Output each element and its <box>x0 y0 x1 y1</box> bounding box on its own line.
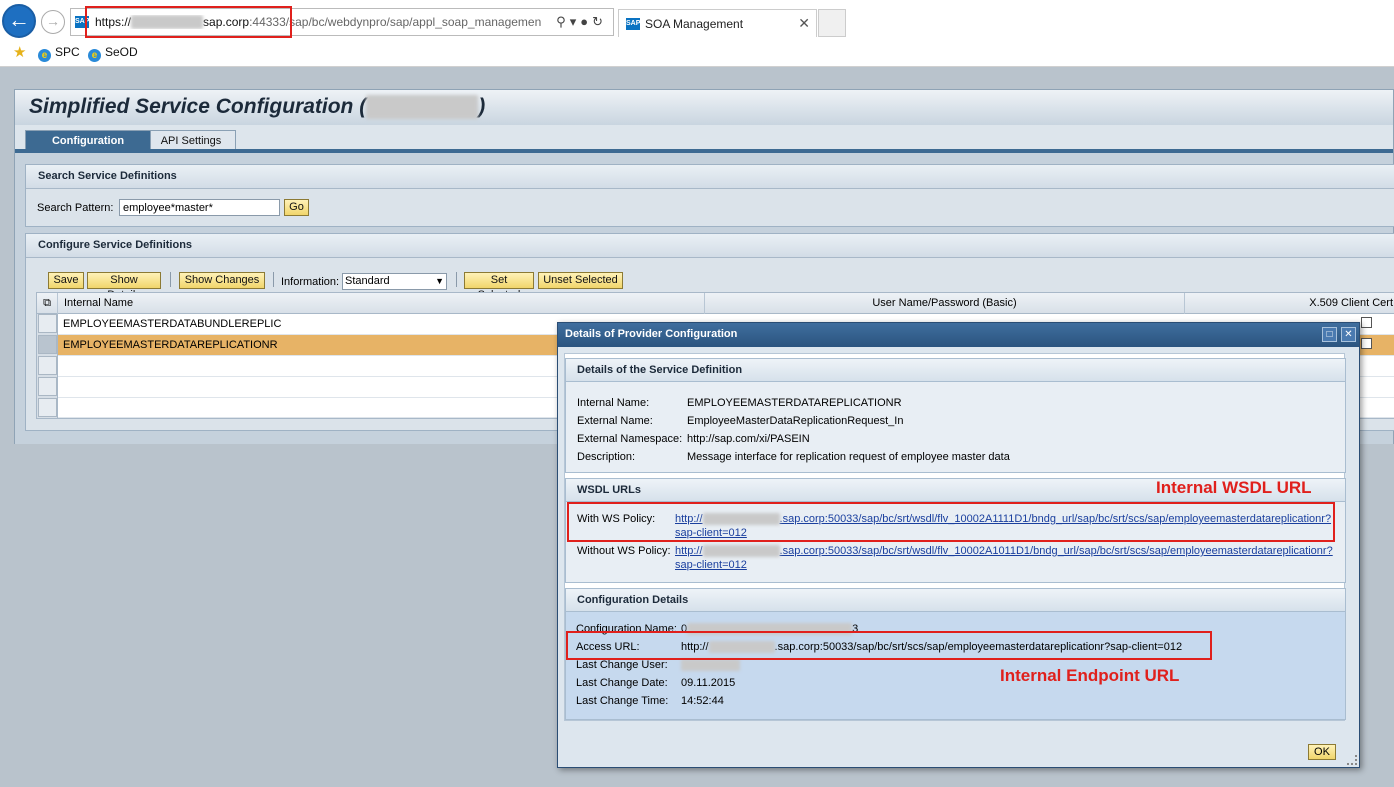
row-selector[interactable] <box>38 356 57 375</box>
close-icon[interactable]: ✕ <box>798 15 810 32</box>
row-selector[interactable] <box>38 314 57 333</box>
external-name-value: EmployeeMasterDataReplicationRequest_In <box>687 415 904 427</box>
service-definition-section: Details of the Service Definition Intern… <box>565 358 1346 473</box>
tab-title: SOA Management <box>645 17 744 31</box>
external-name-label: External Name: <box>577 415 653 427</box>
search-pattern-input[interactable] <box>119 199 280 216</box>
ie-page-icon: e <box>88 49 101 62</box>
row-selector-column <box>37 314 58 418</box>
select-all-icon[interactable]: ⧉ <box>37 293 58 314</box>
col-internal-name[interactable]: Internal Name <box>58 293 705 314</box>
url-highlight-box <box>85 6 292 38</box>
x509-checkbox[interactable] <box>1361 338 1372 349</box>
address-bar-icons: ⚲▾●↻ <box>556 14 607 30</box>
ok-button[interactable]: OK <box>1308 744 1336 760</box>
x509-checkbox[interactable] <box>1361 317 1372 328</box>
maximize-icon[interactable]: □ <box>1322 327 1337 342</box>
service-definition-header: Details of the Service Definition <box>566 359 1345 382</box>
forward-arrow-icon[interactable]: → <box>41 10 65 34</box>
last-change-user-value: XXXXXXXX <box>681 659 740 671</box>
toolbar-separator <box>273 272 274 287</box>
favorites-bar: ★ e SPC e SeOD <box>0 40 1394 64</box>
col-basic-auth[interactable]: User Name/Password (Basic) <box>705 293 1185 314</box>
description-label: Description: <box>577 451 636 463</box>
without-policy-link[interactable]: http://xxxxxxxxxxxxxx.sap.corp:50033/sap… <box>675 545 1333 557</box>
last-change-time-label: Last Change Time: <box>576 695 669 707</box>
without-policy-link-cont[interactable]: sap-client=012 <box>675 559 747 571</box>
refresh-icon[interactable]: ↻ <box>592 14 607 29</box>
wsdl-annotation-label: Internal WSDL URL <box>1156 478 1312 497</box>
search-pattern-label: Search Pattern: <box>37 202 114 214</box>
unset-selected-button[interactable]: Unset Selected <box>538 272 623 289</box>
favorites-star-icon[interactable]: ★ <box>13 43 26 61</box>
last-change-time-value: 14:52:44 <box>681 695 724 707</box>
last-change-date-label: Last Change Date: <box>576 677 668 689</box>
row-selector[interactable] <box>38 335 57 354</box>
endpoint-highlight-box <box>566 631 1212 660</box>
close-icon[interactable]: ✕ <box>1341 327 1356 342</box>
new-tab-button[interactable] <box>818 9 846 37</box>
wsdl-highlight-box <box>567 502 1335 542</box>
show-changes-button[interactable]: Show Changes <box>179 272 265 289</box>
redacted-system-id: XXXXXXXX <box>366 95 479 119</box>
browser-tab[interactable]: SAP SOA Management ✕ <box>618 9 817 37</box>
information-label: Information: <box>281 276 340 288</box>
configure-group-header: Configure Service Definitions <box>26 234 1394 258</box>
search-icon[interactable]: ⚲ <box>556 14 570 29</box>
configuration-header: Configuration Details <box>566 589 1345 612</box>
chevron-down-icon: ▼ <box>435 276 444 286</box>
sap-tab-icon: SAP <box>626 18 640 30</box>
last-change-date-value: 09.11.2015 <box>681 677 736 689</box>
dialog-title: Details of Provider Configuration <box>558 323 1359 347</box>
title-bar: Simplified Service Configuration (XXXXXX… <box>15 90 1393 125</box>
provider-config-dialog: Details of Provider Configuration □ ✕ De… <box>557 322 1360 768</box>
go-button[interactable]: Go <box>284 199 309 216</box>
table-toolbar: Save Show Details Show Changes Informati… <box>26 259 1394 301</box>
favorite-seod[interactable]: e SeOD <box>88 45 138 62</box>
lock-icon[interactable]: ● <box>580 14 592 29</box>
information-select[interactable]: Standard ▼ <box>342 273 447 290</box>
toolbar-separator <box>456 272 457 287</box>
row-selector[interactable] <box>38 377 57 396</box>
dropdown-icon[interactable]: ▾ <box>570 14 581 29</box>
internal-name-label: Internal Name: <box>577 397 650 409</box>
save-button[interactable]: Save <box>48 272 84 289</box>
without-policy-label: Without WS Policy: <box>577 545 671 557</box>
browser-chrome: ← → SAP https://xxxxxxxxxxxxsap.corp:443… <box>0 0 1394 67</box>
row-selector[interactable] <box>38 398 57 417</box>
last-change-user-label: Last Change User: <box>576 659 668 671</box>
ie-page-icon: e <box>38 49 51 62</box>
search-group-header: Search Service Definitions <box>26 165 1394 189</box>
namespace-value: http://sap.com/xi/PASEIN <box>687 433 810 445</box>
namespace-label: External Namespace: <box>577 433 683 445</box>
resize-grip-icon[interactable] <box>1347 755 1357 765</box>
toolbar-separator <box>170 272 171 287</box>
back-arrow-icon[interactable]: ← <box>2 4 36 38</box>
page-title: Simplified Service Configuration (XXXXXX… <box>29 95 486 119</box>
col-x509[interactable]: X.509 Client Cert <box>1185 293 1394 314</box>
description-value: Message interface for replication reques… <box>687 451 1010 463</box>
table-header: ⧉ Internal Name User Name/Password (Basi… <box>37 293 1394 314</box>
show-details-button[interactable]: Show Details <box>87 272 161 301</box>
endpoint-annotation-label: Internal Endpoint URL <box>1000 666 1180 685</box>
set-selected-button[interactable]: Set Selected <box>464 272 534 301</box>
favorite-spc[interactable]: e SPC <box>38 45 80 62</box>
internal-name-value: EMPLOYEEMASTERDATAREPLICATIONR <box>687 397 902 409</box>
search-group: Search Service Definitions Search Patter… <box>25 164 1394 227</box>
